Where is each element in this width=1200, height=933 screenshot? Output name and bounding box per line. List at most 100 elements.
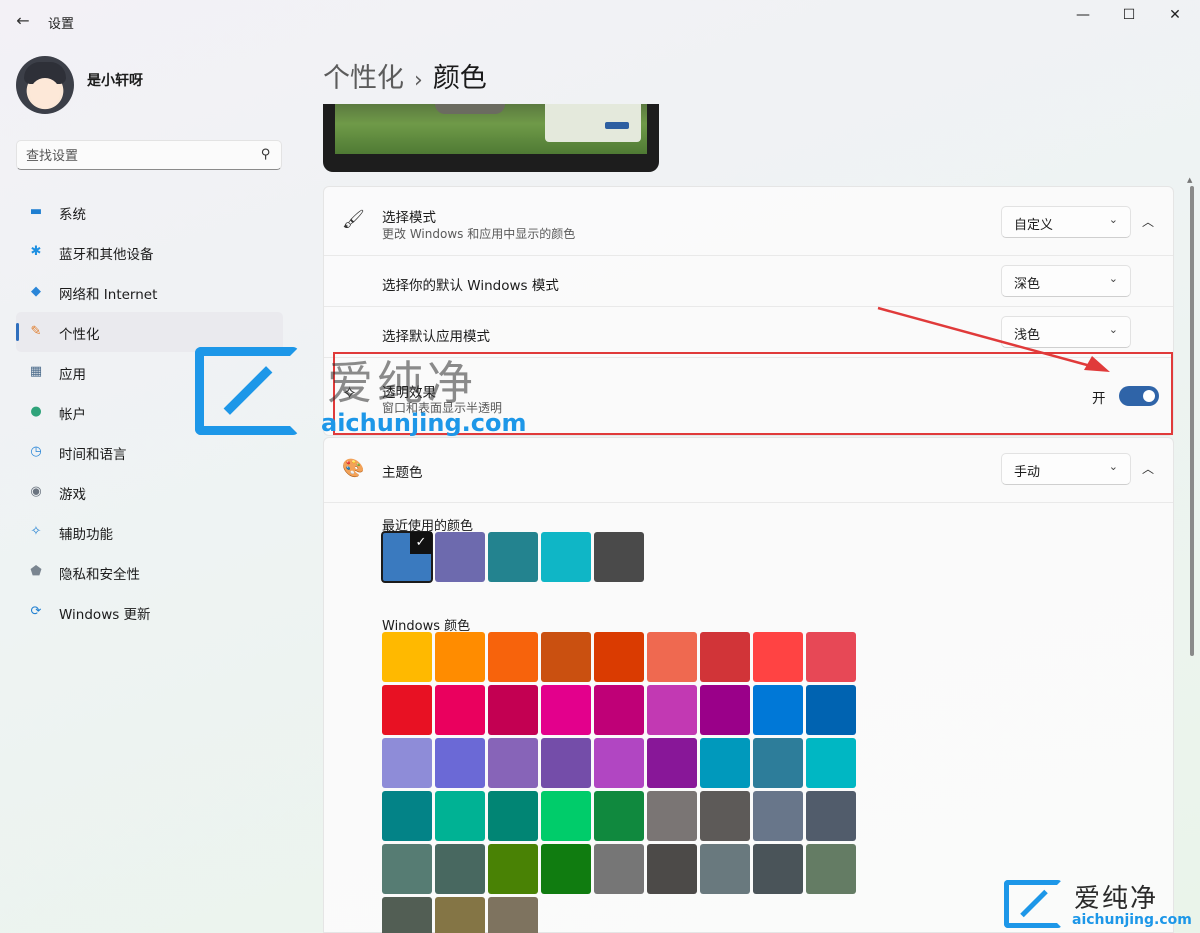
recent-color-swatch[interactable]: ✓ xyxy=(381,531,433,583)
windows-color-swatch[interactable] xyxy=(435,791,485,841)
windows-color-swatch[interactable] xyxy=(594,844,644,894)
windows-color-swatch[interactable] xyxy=(488,738,538,788)
windows-color-swatch[interactable] xyxy=(488,791,538,841)
watermark-text: 爱纯净 xyxy=(327,356,477,410)
windows-color-swatch[interactable] xyxy=(435,897,485,933)
windows-color-swatch[interactable] xyxy=(753,844,803,894)
sidebar-item[interactable]: ◉ 游戏 xyxy=(16,472,283,512)
apps-icon: ▦ xyxy=(29,364,43,379)
sidebar-item[interactable]: ✎ 个性化 xyxy=(16,312,283,352)
windows-color-swatch[interactable] xyxy=(594,738,644,788)
sidebar-item[interactable]: ⟳ Windows 更新 xyxy=(16,592,283,632)
windows-color-swatch[interactable] xyxy=(488,897,538,933)
maximize-button[interactable]: ☐ xyxy=(1106,4,1152,26)
account-icon: ● xyxy=(30,404,42,419)
breadcrumb: 个性化 › 颜色 xyxy=(323,56,487,95)
windows-color-swatch[interactable] xyxy=(488,632,538,682)
recent-color-swatch[interactable] xyxy=(541,532,591,582)
windows-color-swatch[interactable] xyxy=(488,844,538,894)
watermark-logo-icon xyxy=(195,347,299,435)
scrollbar[interactable] xyxy=(1190,186,1194,656)
windows-color-swatch[interactable] xyxy=(382,685,432,735)
windows-color-swatch[interactable] xyxy=(382,897,432,933)
windows-color-swatch[interactable] xyxy=(700,685,750,735)
windows-color-swatch[interactable] xyxy=(700,791,750,841)
windows-color-swatch[interactable] xyxy=(488,685,538,735)
windows-color-swatch[interactable] xyxy=(594,791,644,841)
chevron-up-icon[interactable]: ︿ xyxy=(1142,460,1154,477)
windows-mode-dropdown[interactable]: 深色 ⌄ xyxy=(1001,265,1131,297)
system-icon: ▬ xyxy=(29,204,43,219)
back-arrow-icon[interactable]: ← xyxy=(10,8,36,34)
close-button[interactable]: ✕ xyxy=(1152,4,1198,26)
windows-color-swatch[interactable] xyxy=(594,632,644,682)
windows-color-swatch[interactable] xyxy=(435,738,485,788)
windows-color-swatch[interactable] xyxy=(647,738,697,788)
windows-color-swatch[interactable] xyxy=(753,738,803,788)
sidebar-item-label: 辅助功能 xyxy=(59,527,113,543)
windows-color-swatch[interactable] xyxy=(382,791,432,841)
page-title: 颜色 xyxy=(432,63,487,94)
gamepad-icon: ◉ xyxy=(30,484,42,499)
windows-color-swatch[interactable] xyxy=(382,844,432,894)
bluetooth-icon: ✱ xyxy=(30,244,42,259)
windows-color-swatch[interactable] xyxy=(700,632,750,682)
recent-color-swatch[interactable] xyxy=(488,532,538,582)
windows-color-swatch[interactable] xyxy=(806,844,856,894)
windows-color-swatch[interactable] xyxy=(647,791,697,841)
brush-icon: 🖌 xyxy=(342,209,365,230)
avatar-face xyxy=(30,78,60,108)
windows-color-swatch[interactable] xyxy=(806,685,856,735)
sidebar-item-label: 游戏 xyxy=(59,487,86,503)
windows-color-swatch[interactable] xyxy=(806,791,856,841)
windows-color-swatch[interactable] xyxy=(435,685,485,735)
breadcrumb-parent[interactable]: 个性化 xyxy=(323,63,404,94)
windows-color-swatch[interactable] xyxy=(435,844,485,894)
windows-color-swatch[interactable] xyxy=(541,844,591,894)
windows-color-swatch[interactable] xyxy=(753,632,803,682)
watermark-url: aichunjing.com xyxy=(321,409,527,437)
windows-color-swatch[interactable] xyxy=(806,632,856,682)
windows-color-swatch[interactable] xyxy=(541,632,591,682)
windows-color-swatch[interactable] xyxy=(647,632,697,682)
windows-color-swatch[interactable] xyxy=(700,844,750,894)
search-box[interactable]: ⚲ xyxy=(16,140,282,170)
accent-mode-value: 手动 xyxy=(1014,465,1041,480)
windows-color-swatch[interactable] xyxy=(382,632,432,682)
sidebar-item-label: 帐户 xyxy=(59,407,86,423)
chevron-up-icon[interactable]: ︿ xyxy=(1142,213,1154,230)
windows-mode-value: 深色 xyxy=(1014,277,1041,292)
windows-color-swatch[interactable] xyxy=(541,791,591,841)
sidebar-item[interactable]: ▬ 系统 xyxy=(16,192,283,232)
recent-color-swatch[interactable] xyxy=(435,532,485,582)
sidebar-item[interactable]: ✱ 蓝牙和其他设备 xyxy=(16,232,283,272)
windows-color-swatch[interactable] xyxy=(753,791,803,841)
preview-rock xyxy=(435,104,505,114)
windows-color-swatch[interactable] xyxy=(382,738,432,788)
choose-mode-dropdown[interactable]: 自定义 ⌄ xyxy=(1001,206,1131,238)
watermark-small: 爱纯净 aichunjing.com xyxy=(1000,876,1200,933)
accent-mode-dropdown[interactable]: 手动 ⌄ xyxy=(1001,453,1131,485)
recent-color-swatch[interactable] xyxy=(594,532,644,582)
windows-color-swatch[interactable] xyxy=(753,685,803,735)
windows-color-swatch[interactable] xyxy=(541,738,591,788)
search-input[interactable] xyxy=(26,146,246,166)
windows-color-swatch[interactable] xyxy=(647,685,697,735)
clock-globe-icon: ◷ xyxy=(30,444,42,459)
windows-color-swatch[interactable] xyxy=(700,738,750,788)
avatar[interactable] xyxy=(16,56,74,114)
app-mode-title: 选择默认应用模式 xyxy=(382,329,490,345)
windows-color-swatch[interactable] xyxy=(435,632,485,682)
preview-accent-button xyxy=(605,122,629,129)
scroll-up-arrow-icon[interactable]: ▲ xyxy=(1187,176,1192,184)
sidebar-item[interactable]: ⬟ 隐私和安全性 xyxy=(16,552,283,592)
minimize-button[interactable]: — xyxy=(1060,4,1106,26)
windows-color-swatch[interactable] xyxy=(541,685,591,735)
sidebar-item-label: 个性化 xyxy=(59,327,100,343)
sidebar-item[interactable]: ◆ 网络和 Internet xyxy=(16,272,283,312)
search-icon[interactable]: ⚲ xyxy=(261,147,271,162)
windows-color-swatch[interactable] xyxy=(594,685,644,735)
sidebar-item[interactable]: ✧ 辅助功能 xyxy=(16,512,283,552)
windows-color-swatch[interactable] xyxy=(647,844,697,894)
windows-color-swatch[interactable] xyxy=(806,738,856,788)
